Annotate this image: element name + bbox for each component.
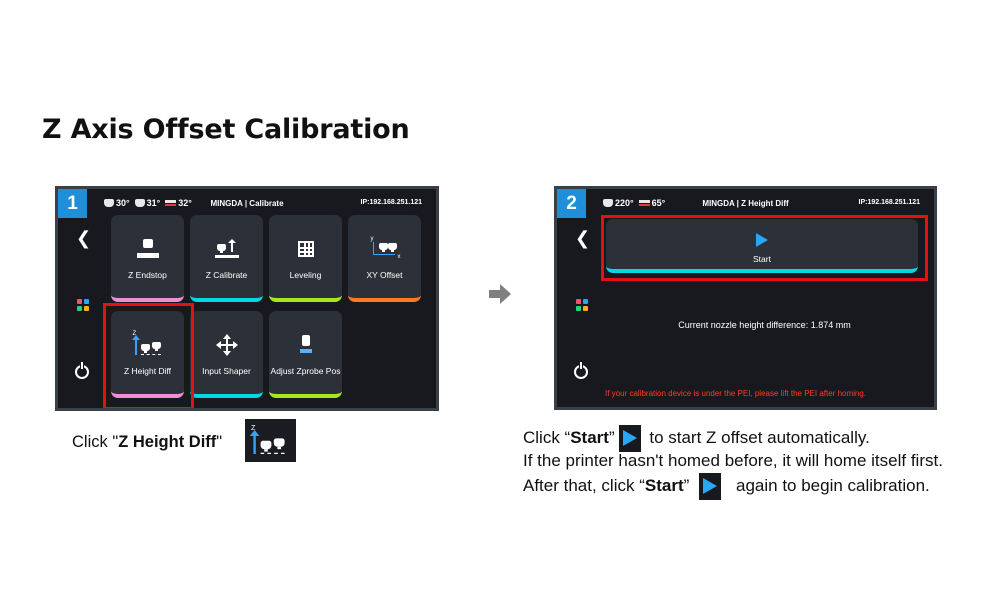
ip-address: IP:192.168.251.121	[858, 199, 921, 206]
xy-offset-icon: yx	[370, 236, 401, 260]
tile-label: Z Endstop	[128, 270, 167, 280]
back-icon[interactable]: ❮	[76, 229, 91, 247]
ip-address: IP:192.168.251.121	[360, 199, 423, 206]
tile-label: XY Offset	[366, 270, 403, 280]
z-calibrate-icon	[214, 239, 239, 259]
z-height-diff-screen: 2 220° 65° MINGDA | Z Height Diff IP:192…	[554, 186, 937, 410]
highlight-box	[601, 215, 928, 281]
highlight-box	[103, 303, 194, 408]
tile-xy-offset[interactable]: yx XY Offset	[348, 215, 421, 302]
tile-label: Input Shaper	[202, 366, 251, 376]
tile-label: Adjust Zprobe Pos	[270, 366, 341, 376]
next-step-arrow-icon	[489, 284, 511, 304]
caption-text: Click "	[72, 433, 119, 451]
caption-text: ”	[683, 475, 690, 495]
grid-icon	[297, 241, 314, 257]
caption-step2: Click “Start” to start Z offset automati…	[523, 425, 943, 500]
side-nav: ❮	[557, 217, 605, 407]
move-arrows-icon	[215, 334, 238, 356]
tile-adjust-zprobe-pos[interactable]: Adjust Zprobe Pos	[269, 311, 342, 398]
page-title: Z Axis Offset Calibration	[42, 114, 410, 145]
step-badge: 2	[557, 189, 586, 218]
caption-text: again to begin calibration.	[731, 475, 930, 495]
z-height-diff-icon: Z	[249, 425, 287, 455]
power-icon[interactable]	[574, 362, 588, 379]
status-bar: 220° 65° MINGDA | Z Height Diff IP:192.1…	[557, 189, 934, 217]
tile-z-endstop[interactable]: Z Endstop	[111, 215, 184, 302]
play-icon	[618, 425, 641, 452]
z-height-diff-preview: Z	[245, 419, 296, 462]
caption-text: Click “	[523, 427, 571, 447]
apps-icon[interactable]	[576, 299, 588, 311]
tile-leveling[interactable]: Leveling	[269, 215, 342, 302]
play-icon	[699, 473, 722, 500]
caption-text: "	[216, 433, 223, 451]
side-nav: ❮	[58, 217, 106, 408]
apps-icon[interactable]	[77, 299, 89, 311]
caption-text: If the printer hasn't homed before, it w…	[523, 451, 943, 470]
step-badge: 1	[58, 189, 87, 218]
tile-z-calibrate[interactable]: Z Calibrate	[190, 215, 263, 302]
tile-input-shaper[interactable]: Input Shaper	[190, 311, 263, 398]
caption-step1: Click " Z Height Diff "	[72, 433, 222, 452]
power-icon[interactable]	[75, 362, 89, 379]
status-bar: 30° 31° 32° MINGDA | Calibrate IP:192.16…	[58, 189, 436, 217]
back-icon[interactable]: ❮	[575, 229, 590, 247]
caption-bold: Start	[570, 427, 609, 447]
caption-bold: Z Height Diff	[118, 433, 217, 451]
tile-label: Leveling	[289, 270, 322, 280]
height-difference-text: Current nozzle height difference: 1.874 …	[678, 320, 851, 330]
calibrate-screen: 1 30° 31° 32° MINGDA | Calibrate IP:192.…	[55, 186, 439, 411]
zprobe-icon	[299, 335, 312, 355]
caption-text: to start Z offset automatically.	[644, 427, 870, 447]
caption-text: After that, click “	[523, 475, 645, 495]
z-endstop-icon	[136, 239, 159, 259]
warning-text: If your calibration device is under the …	[605, 389, 867, 398]
caption-bold: Start	[644, 475, 684, 495]
tile-label: Z Calibrate	[205, 270, 248, 280]
caption-text: ”	[608, 427, 615, 447]
